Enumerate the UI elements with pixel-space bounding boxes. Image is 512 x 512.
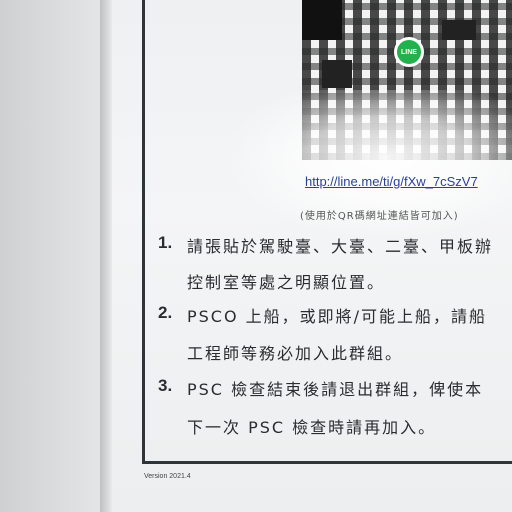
item-3-line-1: PSC 檢查結束後請退出群組，俾使本 — [187, 380, 484, 399]
item-1-line-1: 請張貼於駕駛臺、大臺、二臺、甲板辦 — [187, 237, 494, 256]
qr-finder-pattern — [442, 20, 476, 40]
item-2-line-1: PSCO 上船，或即將/可能上船，請船 — [187, 307, 488, 326]
group-link[interactable]: http://line.me/ti/g/fXw_7cSzV7 — [305, 174, 478, 189]
item-number: 1. — [158, 233, 173, 252]
item-3-line-2: 下一次 PSC 檢查時請再加入。 — [187, 418, 437, 437]
version-label: Version 2021.4 — [144, 473, 191, 480]
wall — [0, 0, 112, 512]
qr-finder-pattern — [302, 0, 342, 40]
link-note: (使用於QR碼網址連結皆可加入) — [300, 211, 459, 222]
item-1-line-2: 控制室等處之明顯位置。 — [187, 273, 386, 292]
item-2-line-2: 工程師等務必加入此群組。 — [187, 344, 404, 363]
qr-finder-pattern — [322, 60, 352, 88]
item-number: 2. — [158, 303, 173, 322]
item-number: 3. — [158, 376, 173, 395]
laminated-poster: LINE http://line.me/ti/g/fXw_7cSzV7 (使用於… — [112, 0, 512, 512]
line-logo-icon: LINE — [394, 37, 424, 67]
